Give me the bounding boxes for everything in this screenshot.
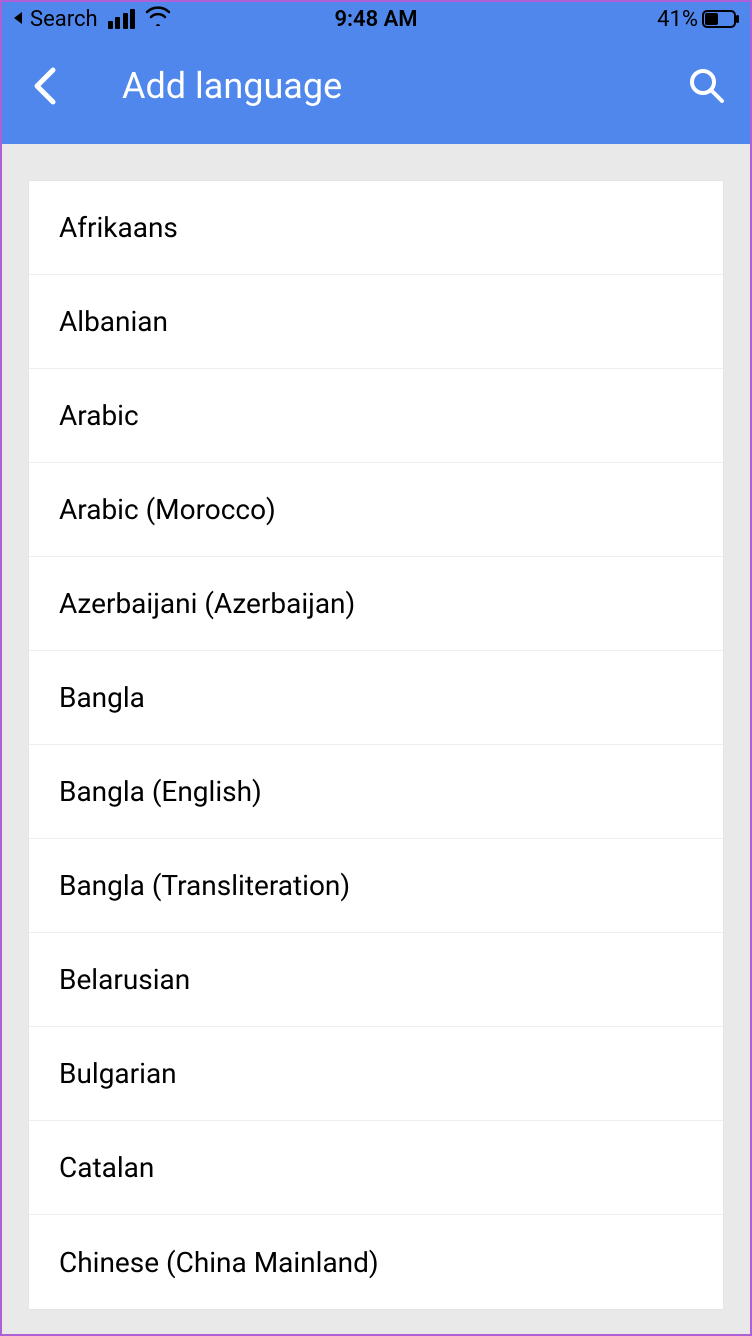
cellular-signal-icon	[108, 9, 136, 29]
language-label: Albanian	[59, 305, 168, 338]
battery-icon	[702, 10, 740, 28]
list-item[interactable]: Arabic	[29, 369, 723, 463]
language-label: Chinese (China Mainland)	[59, 1246, 379, 1279]
content-area: Afrikaans Albanian Arabic Arabic (Morocc…	[0, 144, 752, 1310]
list-item[interactable]: Azerbaijani (Azerbaijan)	[29, 557, 723, 651]
chevron-left-icon	[31, 66, 59, 106]
list-item[interactable]: Chinese (China Mainland)	[29, 1215, 723, 1309]
search-button[interactable]	[684, 63, 730, 109]
language-label: Azerbaijani (Azerbaijan)	[59, 587, 355, 620]
language-label: Afrikaans	[59, 211, 178, 244]
list-item[interactable]: Bangla (English)	[29, 745, 723, 839]
language-list: Afrikaans Albanian Arabic Arabic (Morocc…	[28, 180, 724, 1310]
status-bar: Search 9:48 AM 41%	[0, 0, 752, 38]
language-label: Bangla (English)	[59, 775, 262, 808]
back-to-app-caret-icon[interactable]	[12, 7, 24, 32]
list-item[interactable]: Catalan	[29, 1121, 723, 1215]
list-item[interactable]: Arabic (Morocco)	[29, 463, 723, 557]
language-label: Arabic (Morocco)	[59, 493, 276, 526]
list-item[interactable]: Afrikaans	[29, 181, 723, 275]
battery-percent: 41%	[657, 7, 698, 32]
language-label: Catalan	[59, 1151, 154, 1184]
search-icon	[688, 67, 726, 105]
status-right: 41%	[657, 7, 740, 32]
language-label: Bangla (Transliteration)	[59, 869, 350, 902]
wifi-icon	[145, 6, 171, 32]
status-left: Search	[12, 6, 171, 32]
status-time: 9:48 AM	[334, 7, 417, 32]
language-label: Bulgarian	[59, 1057, 177, 1090]
list-item[interactable]: Bulgarian	[29, 1027, 723, 1121]
page-title: Add language	[122, 65, 684, 107]
list-item[interactable]: Belarusian	[29, 933, 723, 1027]
nav-bar: Add language	[0, 38, 752, 144]
language-label: Bangla	[59, 681, 145, 714]
back-to-app-label[interactable]: Search	[30, 7, 98, 32]
list-item[interactable]: Bangla (Transliteration)	[29, 839, 723, 933]
language-label: Arabic	[59, 399, 139, 432]
list-item[interactable]: Albanian	[29, 275, 723, 369]
list-item[interactable]: Bangla	[29, 651, 723, 745]
language-label: Belarusian	[59, 963, 190, 996]
back-button[interactable]	[22, 63, 68, 109]
